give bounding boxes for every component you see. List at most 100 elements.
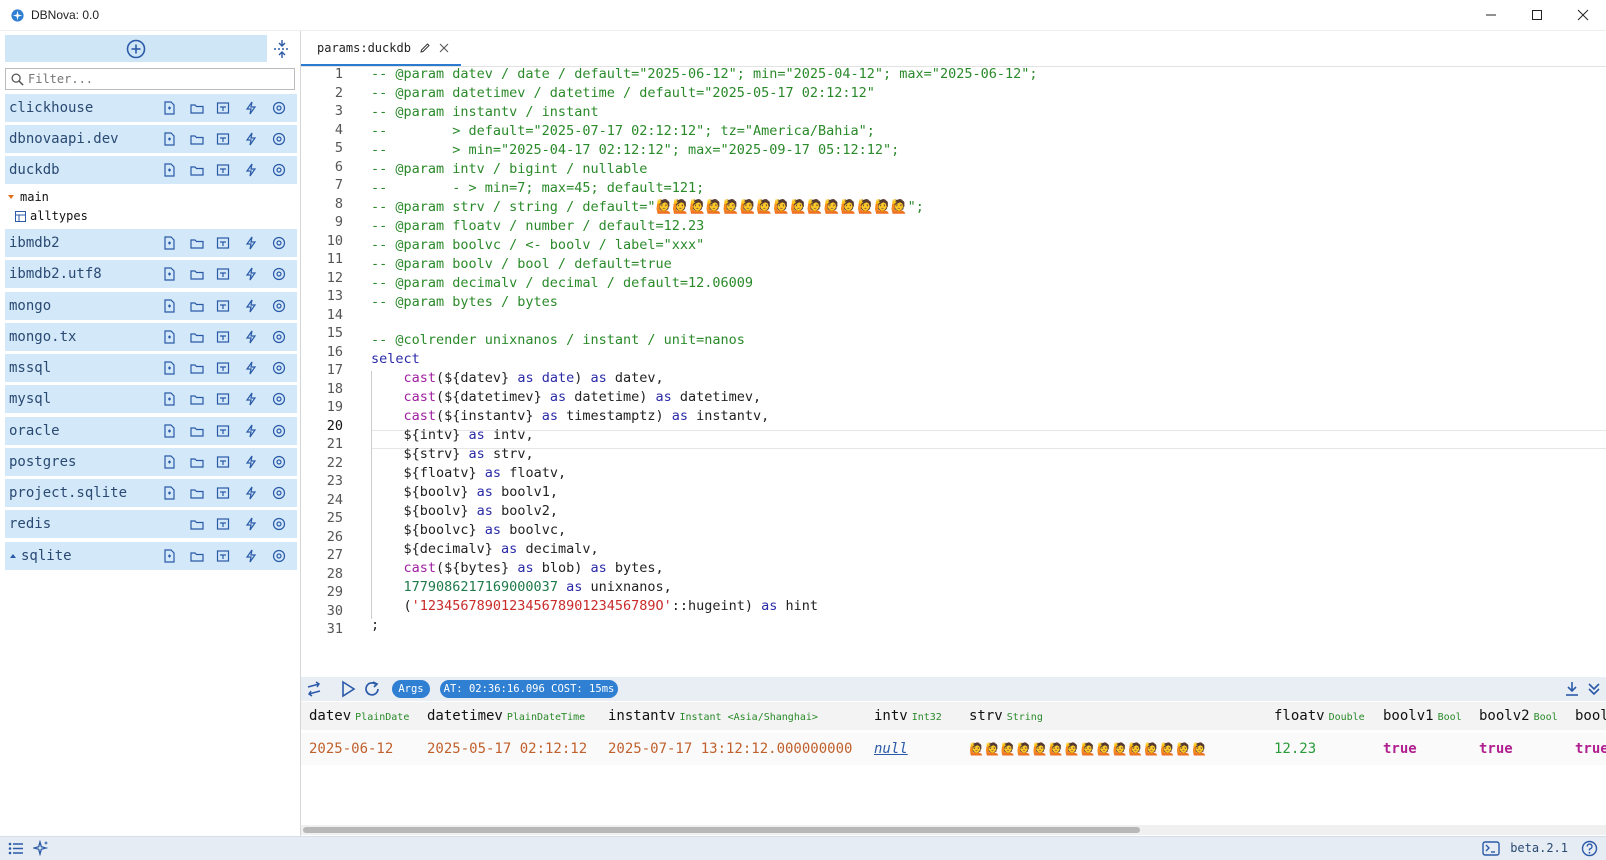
help-icon[interactable]: [1581, 840, 1598, 857]
tree-node-schema[interactable]: main: [7, 190, 49, 204]
settings-icon[interactable]: [272, 392, 286, 406]
new-file-icon[interactable]: [162, 163, 176, 177]
connection-item-postgres[interactable]: postgres: [5, 448, 297, 476]
open-folder-icon[interactable]: [190, 549, 204, 563]
new-file-icon[interactable]: [162, 132, 176, 146]
filter-input-box[interactable]: [5, 68, 295, 90]
connection-item-duckdb[interactable]: duckdb: [5, 156, 297, 184]
connection-item-clickhouse[interactable]: clickhouse: [5, 94, 297, 122]
run-icon[interactable]: [339, 680, 357, 698]
connection-item-redis[interactable]: redis: [5, 510, 297, 538]
cell-boolv1[interactable]: true: [1383, 741, 1417, 757]
filter-input[interactable]: [28, 72, 278, 86]
column-header[interactable]: datetimev PlainDateTime: [427, 708, 585, 724]
close-tab-icon[interactable]: [439, 43, 449, 53]
lightning-icon[interactable]: [244, 486, 258, 500]
settings-icon[interactable]: [272, 424, 286, 438]
table-icon[interactable]: [216, 424, 230, 438]
open-folder-icon[interactable]: [190, 132, 204, 146]
expand-arrow-icon[interactable]: [9, 552, 17, 560]
column-header[interactable]: intv Int32: [874, 708, 942, 724]
new-file-icon[interactable]: [162, 455, 176, 469]
connection-item-dbnovaapi-dev[interactable]: dbnovaapi.dev: [5, 125, 297, 153]
new-file-icon[interactable]: [162, 549, 176, 563]
table-icon[interactable]: [216, 517, 230, 531]
refresh-icon[interactable]: [363, 680, 381, 698]
column-header[interactable]: floatv Double: [1274, 708, 1365, 724]
add-connection-button[interactable]: [5, 35, 267, 62]
table-icon[interactable]: [216, 330, 230, 344]
connection-item-ibmdb2-utf8[interactable]: ibmdb2.utf8: [5, 260, 297, 288]
minimize-button[interactable]: [1468, 0, 1514, 30]
settings-icon[interactable]: [272, 132, 286, 146]
connection-item-ibmdb2[interactable]: ibmdb2: [5, 229, 297, 257]
maximize-button[interactable]: [1514, 0, 1560, 30]
settings-icon[interactable]: [272, 517, 286, 531]
settings-icon[interactable]: [272, 101, 286, 115]
settings-icon[interactable]: [272, 549, 286, 563]
open-folder-icon[interactable]: [190, 299, 204, 313]
table-icon[interactable]: [216, 267, 230, 281]
new-file-icon[interactable]: [162, 299, 176, 313]
table-icon[interactable]: [216, 486, 230, 500]
column-header[interactable]: bool: [1575, 708, 1606, 724]
open-folder-icon[interactable]: [190, 163, 204, 177]
new-file-icon[interactable]: [162, 392, 176, 406]
connection-item-oracle[interactable]: oracle: [5, 417, 297, 445]
tab-params-duckdb[interactable]: params:duckdb: [301, 31, 461, 66]
collapse-all-icon[interactable]: [272, 39, 292, 59]
table-icon[interactable]: [216, 361, 230, 375]
new-file-icon[interactable]: [162, 486, 176, 500]
column-header[interactable]: strv String: [969, 708, 1043, 724]
table-icon[interactable]: [216, 455, 230, 469]
new-file-icon[interactable]: [162, 101, 176, 115]
cell-instantv[interactable]: 2025-07-17 13:12:12.000000000: [608, 741, 852, 757]
connection-item-mongo[interactable]: mongo: [5, 292, 297, 320]
tree-node-table[interactable]: alltypes: [15, 209, 88, 223]
settings-icon[interactable]: [272, 236, 286, 250]
lightning-icon[interactable]: [244, 330, 258, 344]
table-icon[interactable]: [216, 299, 230, 313]
open-folder-icon[interactable]: [190, 486, 204, 500]
settings-icon[interactable]: [272, 455, 286, 469]
settings-icon[interactable]: [272, 299, 286, 313]
new-file-icon[interactable]: [162, 424, 176, 438]
collapse-panel-icon[interactable]: [1586, 681, 1602, 697]
download-icon[interactable]: [1564, 681, 1580, 697]
connection-item-project-sqlite[interactable]: project.sqlite: [5, 479, 297, 507]
lightning-icon[interactable]: [244, 361, 258, 375]
settings-icon[interactable]: [272, 267, 286, 281]
cell-strv[interactable]: 🙋🙋🙋🙋🙋🙋🙋🙋🙋🙋🙋🙋🙋🙋🙋: [969, 742, 1208, 756]
lightning-icon[interactable]: [244, 299, 258, 313]
open-folder-icon[interactable]: [190, 392, 204, 406]
settings-icon[interactable]: [272, 486, 286, 500]
table-icon[interactable]: [216, 132, 230, 146]
horizontal-scrollbar[interactable]: [301, 825, 1606, 835]
table-icon[interactable]: [216, 163, 230, 177]
open-folder-icon[interactable]: [190, 517, 204, 531]
lightning-icon[interactable]: [244, 549, 258, 563]
settings-icon[interactable]: [272, 361, 286, 375]
column-header[interactable]: instantv Instant <Asia/Shanghai>: [608, 708, 818, 724]
args-button[interactable]: Args: [392, 680, 430, 698]
close-window-button[interactable]: [1560, 0, 1606, 30]
connection-item-sqlite[interactable]: sqlite: [5, 542, 297, 570]
lightning-icon[interactable]: [244, 163, 258, 177]
cell-datev[interactable]: 2025-06-12: [309, 741, 393, 757]
table-icon[interactable]: [216, 236, 230, 250]
connection-item-mysql[interactable]: mysql: [5, 385, 297, 413]
settings-icon[interactable]: [272, 330, 286, 344]
new-file-icon[interactable]: [162, 267, 176, 281]
open-folder-icon[interactable]: [190, 361, 204, 375]
connection-item-mssql[interactable]: mssql: [5, 354, 297, 382]
column-header[interactable]: boolv2 Bool: [1479, 708, 1558, 724]
table-icon[interactable]: [216, 392, 230, 406]
table-icon[interactable]: [216, 101, 230, 115]
open-folder-icon[interactable]: [190, 330, 204, 344]
open-folder-icon[interactable]: [190, 101, 204, 115]
open-folder-icon[interactable]: [190, 236, 204, 250]
new-file-icon[interactable]: [162, 330, 176, 344]
list-icon[interactable]: [8, 841, 24, 856]
new-file-icon[interactable]: [162, 361, 176, 375]
lightning-icon[interactable]: [244, 424, 258, 438]
